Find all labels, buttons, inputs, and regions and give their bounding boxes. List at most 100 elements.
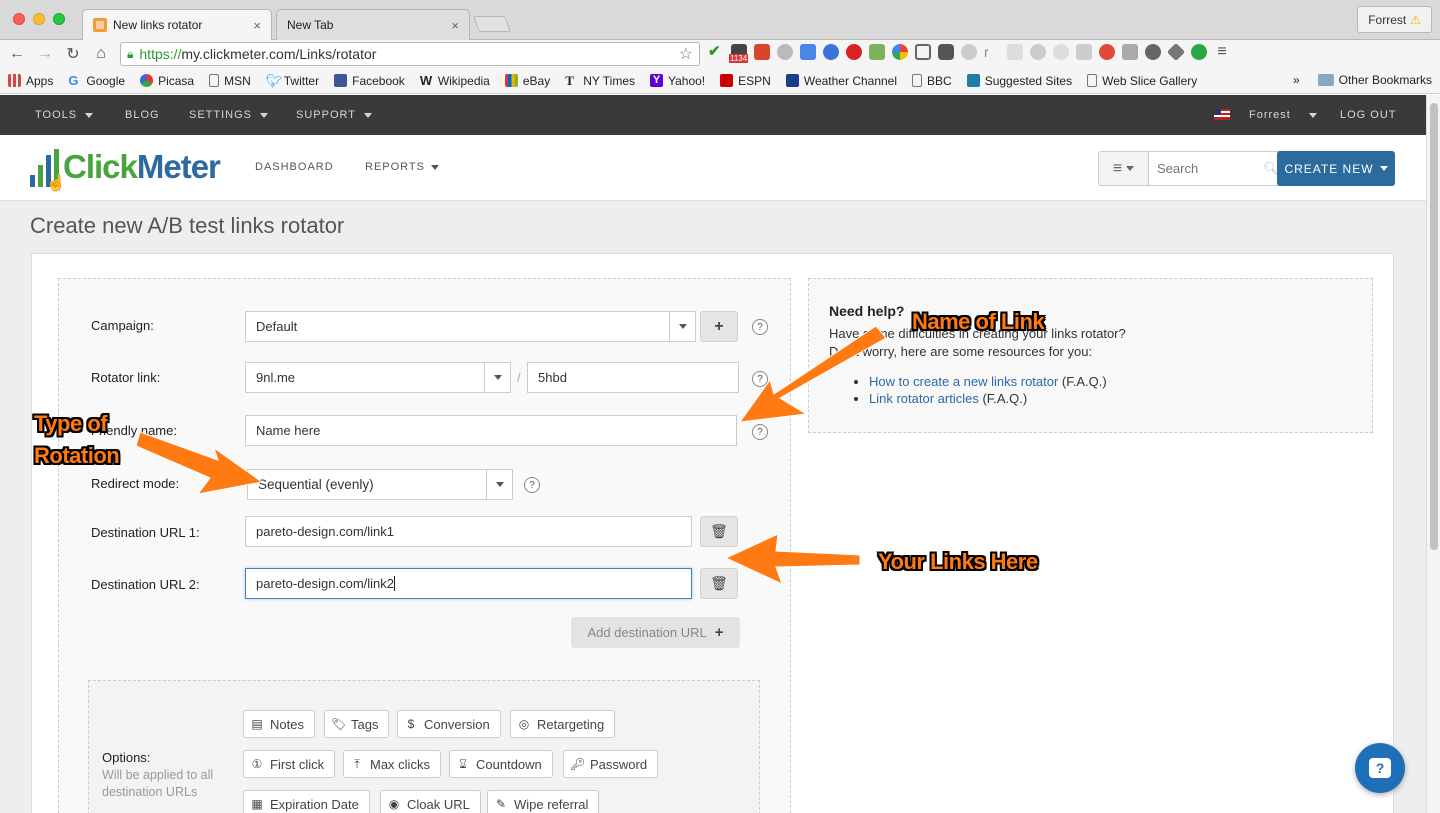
nav-reports[interactable]: REPORTS <box>365 161 439 173</box>
bookmark-ebay[interactable]: eBay <box>504 74 550 88</box>
rotator-code-input[interactable]: 5hbd <box>527 362 739 393</box>
bookmark-star-icon[interactable]: ☆ <box>679 44 693 64</box>
bookmark-weather[interactable]: Weather Channel <box>785 74 897 88</box>
help-icon[interactable]: ? <box>752 424 768 440</box>
timer-extension-icon[interactable] <box>1145 44 1161 60</box>
nav-support[interactable]: SUPPORT <box>296 109 372 121</box>
html5-extension-icon[interactable] <box>1007 44 1023 60</box>
tab-close-icon[interactable]: × <box>253 18 261 33</box>
bookmark-facebook[interactable]: Facebook <box>334 74 405 88</box>
chrome-extension-icon[interactable] <box>892 44 908 60</box>
option-retargeting[interactable]: ◎ Retargeting <box>510 710 616 738</box>
tomato-extension-icon[interactable] <box>1099 44 1115 60</box>
browser-tab-active[interactable]: New links rotator × <box>82 9 272 40</box>
nav-tools[interactable]: TOOLS <box>35 109 94 121</box>
menu-icon[interactable]: ≡ <box>1214 44 1230 60</box>
campaign-select[interactable]: Default <box>245 311 696 342</box>
add-campaign-button[interactable]: + <box>700 311 738 342</box>
option-tags[interactable]: 🏷︎ Tags <box>324 710 390 738</box>
d-extension-icon[interactable] <box>1191 44 1207 60</box>
checkmark-extension-icon[interactable]: ✔ <box>708 44 724 60</box>
translate-extension-icon[interactable] <box>800 44 816 60</box>
user-menu[interactable]: Forrest <box>1249 109 1317 121</box>
opera-extension-icon[interactable] <box>846 44 862 60</box>
option-conversion[interactable]: $ Conversion <box>397 710 501 738</box>
language-flag[interactable] <box>1214 109 1230 120</box>
create-new-button[interactable]: CREATE NEW <box>1277 151 1395 186</box>
phone-extension-icon[interactable] <box>823 44 839 60</box>
address-bar[interactable]: 🔒︎ https:// my.clickmeter.com/Links/rota… <box>120 42 700 66</box>
bookmark-google[interactable]: G Google <box>68 74 125 88</box>
bookmark-wikipedia[interactable]: W Wikipedia <box>420 74 490 88</box>
tab-close-icon[interactable]: × <box>451 18 459 33</box>
new-tab-button[interactable] <box>473 16 511 32</box>
forward-arrow-icon[interactable]: → <box>34 43 56 65</box>
option-password[interactable]: 🔑︎ Password <box>563 750 659 778</box>
facebook-icon <box>334 74 348 87</box>
bookmarks-overflow-button[interactable]: » <box>1293 73 1300 87</box>
delete-url-2-button[interactable]: 🗑︎ <box>700 568 738 599</box>
clock-extension-icon[interactable]: 1134 <box>729 44 749 63</box>
help-icon[interactable]: ? <box>524 477 540 493</box>
help-icon[interactable]: ? <box>752 371 768 387</box>
zoom-window-button[interactable] <box>53 13 65 25</box>
logout-link[interactable]: LOG OUT <box>1340 109 1397 121</box>
page-scrollbar[interactable] <box>1426 95 1440 813</box>
bookmark-msn[interactable]: MSN <box>209 74 251 88</box>
browser-tab-new[interactable]: New Tab × <box>276 9 470 40</box>
puzzle-extension-icon[interactable] <box>869 44 885 60</box>
back-arrow-icon[interactable]: ← <box>6 43 28 65</box>
close-window-button[interactable] <box>13 13 25 25</box>
option-expiration-date[interactable]: ▦ Expiration Date <box>243 790 370 813</box>
magnifier-extension-icon[interactable] <box>1053 44 1069 60</box>
bookmark-extension-icon[interactable] <box>754 44 770 60</box>
bookmark-webslice[interactable]: Web Slice Gallery <box>1087 74 1197 88</box>
bookmark-picasa[interactable]: Picasa <box>140 74 194 88</box>
r-extension-icon[interactable]: r <box>984 44 1000 60</box>
bookmark-nytimes[interactable]: T NY Times <box>565 74 635 88</box>
nav-dashboard[interactable]: DASHBOARD <box>255 161 334 173</box>
option-countdown[interactable]: ⌛︎ Countdown <box>449 750 553 778</box>
tool-extension-icon[interactable] <box>1076 44 1092 60</box>
search-filter-button[interactable]: ≡ <box>1099 152 1149 185</box>
bookmark-yahoo[interactable]: Y Yahoo! <box>650 74 705 88</box>
nav-settings[interactable]: SETTINGS <box>189 109 269 121</box>
add-destination-button[interactable]: Add destination URL + <box>571 617 740 648</box>
home-icon[interactable]: ⌂ <box>90 43 112 65</box>
other-bookmarks[interactable]: Other Bookmarks <box>1317 73 1432 87</box>
m-extension-icon[interactable] <box>1030 44 1046 60</box>
minimize-window-button[interactable] <box>33 13 45 25</box>
pocket-icon[interactable] <box>938 44 954 60</box>
bookmark-apps[interactable]: Apps <box>8 74 53 88</box>
bookmark-twitter[interactable]: 🐦︎ Twitter <box>266 74 319 88</box>
scrollbar-thumb[interactable] <box>1430 103 1438 550</box>
profile-button[interactable]: Forrest ⚠ <box>1357 6 1432 33</box>
nav-blog[interactable]: BLOG <box>125 109 160 121</box>
delete-url-1-button[interactable]: 🗑︎ <box>700 516 738 547</box>
search-input[interactable] <box>1149 152 1263 185</box>
help-link-create-rotator[interactable]: How to create a new links rotator <box>869 374 1058 389</box>
shield-extension-icon[interactable] <box>1122 44 1138 60</box>
sync-extension-icon[interactable] <box>777 44 793 60</box>
clickmeter-logo[interactable]: ☝ ClickMeter <box>30 145 221 192</box>
help-chat-button[interactable]: ? <box>1355 743 1405 793</box>
redirect-mode-select[interactable]: Sequential (evenly) <box>247 469 513 500</box>
destination-url-1-input[interactable]: pareto-design.com/link1 <box>245 516 692 547</box>
rotator-domain-select[interactable]: 9nl.me <box>245 362 511 393</box>
diamond-extension-icon[interactable] <box>1166 42 1186 62</box>
cast-icon[interactable] <box>915 44 931 60</box>
bookmark-bbc[interactable]: BBC <box>912 74 952 88</box>
option-max-clicks[interactable]: ⤒ Max clicks <box>343 750 441 778</box>
help-icon[interactable]: ? <box>752 319 768 335</box>
feather-extension-icon[interactable] <box>961 44 977 60</box>
reload-icon[interactable]: ↻ <box>62 43 84 65</box>
destination-url-2-input[interactable]: pareto-design.com/link2 <box>245 568 692 599</box>
option-cloak-url[interactable]: ◉ Cloak URL <box>380 790 481 813</box>
option-wipe-referral[interactable]: ✎ Wipe referral <box>487 790 600 813</box>
bookmark-espn[interactable]: ESPN <box>720 74 771 88</box>
bookmark-suggested[interactable]: Suggested Sites <box>966 74 1072 88</box>
friendly-name-input[interactable]: Name here <box>245 415 737 446</box>
help-link-rotator-articles[interactable]: Link rotator articles <box>869 391 979 406</box>
option-first-click[interactable]: ① First click <box>243 750 336 778</box>
option-notes[interactable]: ▤ Notes <box>243 710 315 738</box>
